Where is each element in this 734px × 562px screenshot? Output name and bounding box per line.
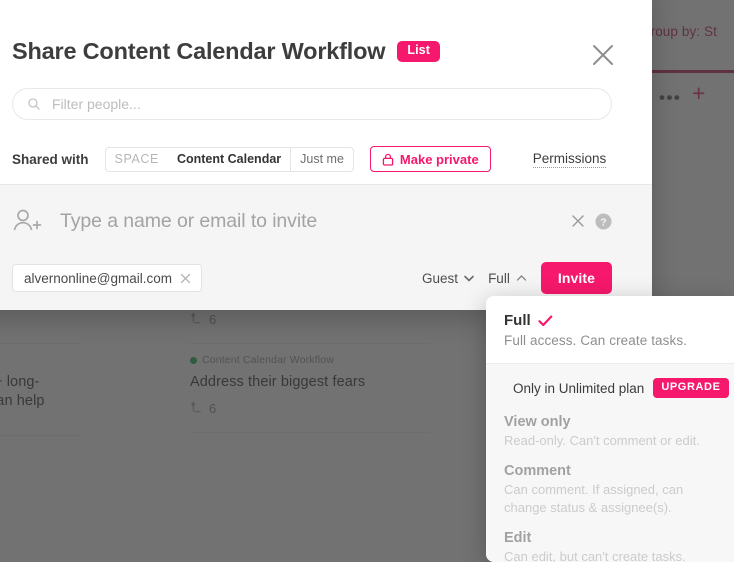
check-icon bbox=[538, 315, 552, 326]
plan-notice-row: Only in Unlimited plan UPGRADE bbox=[504, 378, 729, 398]
permission-option-selected[interactable]: Full Full access. Can create tasks. bbox=[486, 296, 734, 363]
space-chip-group: SPACE Content Calendar Just me bbox=[104, 146, 354, 172]
help-circle-icon[interactable]: ? bbox=[595, 213, 612, 230]
chevron-up-icon bbox=[516, 275, 527, 281]
plan-notice-text: Only in Unlimited plan bbox=[513, 380, 645, 396]
permission-option-comment[interactable]: Comment Can comment. If assigned, can ch… bbox=[504, 463, 716, 516]
close-icon[interactable] bbox=[588, 40, 618, 70]
dialog-title-row: Share Content Calendar Workflow List bbox=[12, 0, 612, 65]
permission-select-value: Full bbox=[488, 270, 510, 286]
page-title: Share Content Calendar Workflow bbox=[12, 38, 386, 64]
close-icon[interactable] bbox=[179, 272, 192, 285]
permission-option-description: Can comment. If assigned, can change sta… bbox=[504, 482, 684, 515]
invite-button[interactable]: Invite bbox=[540, 262, 612, 294]
space-tag-label: SPACE bbox=[114, 152, 159, 166]
invite-chips-row: alvernonline@gmail.com Guest Full Invite bbox=[12, 235, 612, 294]
chevron-down-icon bbox=[464, 275, 474, 282]
email-chip[interactable]: alvernonline@gmail.com bbox=[12, 264, 203, 292]
close-icon[interactable] bbox=[570, 213, 586, 229]
permission-option-description: Can edit, but can't create tasks. bbox=[504, 548, 686, 562]
search-icon bbox=[28, 98, 40, 110]
share-dialog-header: Share Content Calendar Workflow List Sha… bbox=[0, 0, 652, 185]
permission-option-view-only[interactable]: View only Read-only. Can't comment or ed… bbox=[504, 414, 716, 449]
email-chip-label: alvernonline@gmail.com bbox=[24, 270, 173, 286]
permission-select[interactable]: Full bbox=[488, 271, 527, 286]
svg-text:?: ? bbox=[600, 216, 606, 228]
permission-dropdown: Full Full access. Can create tasks. Only… bbox=[486, 296, 734, 562]
invite-input-icons: ? bbox=[570, 213, 612, 230]
filter-people-field[interactable] bbox=[12, 88, 612, 120]
permission-option-name: Comment bbox=[504, 463, 571, 480]
status-badge: List bbox=[397, 41, 440, 62]
invite-email-input[interactable] bbox=[58, 208, 554, 234]
space-name-label[interactable]: Content Calendar bbox=[168, 148, 290, 171]
shared-with-label: Shared with bbox=[12, 151, 89, 167]
permission-option-edit[interactable]: Edit Can edit, but can't create tasks. bbox=[504, 530, 716, 562]
permission-option-name: View only bbox=[504, 414, 571, 430]
permission-option-name: Edit bbox=[504, 529, 532, 546]
invite-section: ? alvernonline@gmail.com Guest bbox=[0, 185, 652, 310]
upgrade-button[interactable]: UPGRADE bbox=[653, 378, 729, 398]
person-add-icon bbox=[12, 207, 42, 235]
app-root: Group by: St ••• + alendar Workflow t th… bbox=[0, 0, 734, 562]
permission-option-description: Full access. Can create tasks. bbox=[504, 333, 688, 348]
role-select[interactable]: Guest bbox=[422, 271, 474, 286]
just-me-label[interactable]: Just me bbox=[290, 147, 353, 171]
permission-option-name: Full bbox=[504, 312, 531, 329]
permission-option-description: Read-only. Can't comment or edit. bbox=[504, 433, 700, 448]
make-private-button[interactable]: Make private bbox=[369, 146, 491, 172]
permissions-link[interactable]: Permissions bbox=[532, 151, 607, 168]
lock-icon bbox=[382, 153, 394, 166]
share-dialog: Share Content Calendar Workflow List Sha… bbox=[0, 0, 652, 310]
shared-with-row: Shared with SPACE Content Calendar Just … bbox=[12, 146, 612, 172]
permission-locked-section: Only in Unlimited plan UPGRADE View only… bbox=[486, 363, 734, 562]
search-input[interactable] bbox=[50, 89, 597, 119]
permission-option-name-row: Full bbox=[504, 312, 716, 329]
invite-input-row: ? bbox=[12, 185, 612, 235]
invite-actions: Guest Full Invite bbox=[422, 262, 612, 294]
role-select-value: Guest bbox=[422, 270, 459, 286]
make-private-label: Make private bbox=[399, 151, 479, 167]
